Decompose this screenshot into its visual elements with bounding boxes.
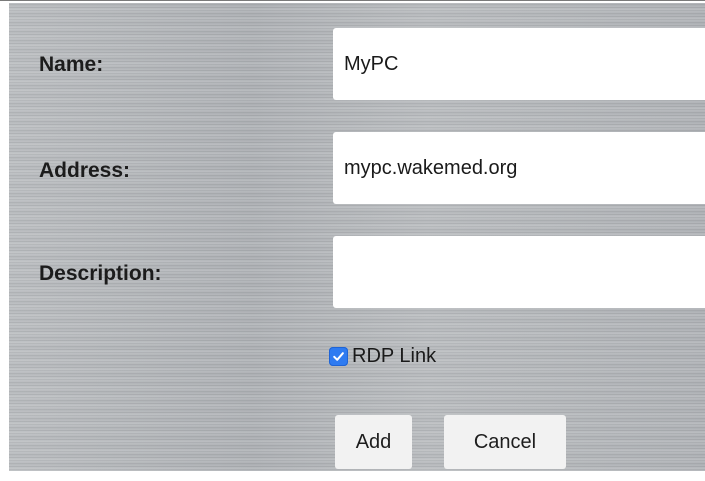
add-host-form: Name: Address: Description: RDP Link Add… — [9, 3, 705, 471]
dialog-frame: Name: Address: Description: RDP Link Add… — [0, 0, 705, 481]
description-field[interactable] — [333, 236, 705, 308]
rdp-link-checkbox[interactable] — [329, 346, 348, 366]
name-label: Name: — [39, 53, 104, 76]
address-label: Address: — [39, 159, 131, 182]
address-field[interactable] — [333, 132, 705, 204]
top-divider — [0, 0, 705, 1]
rdp-link-label: RDP Link — [352, 344, 437, 367]
description-label: Description: — [39, 262, 162, 285]
checkmark-icon — [333, 351, 344, 361]
add-button[interactable]: Add — [335, 415, 412, 469]
cancel-button[interactable]: Cancel — [444, 415, 566, 469]
rdp-link-option[interactable]: RDP Link — [329, 343, 436, 369]
name-field[interactable] — [333, 28, 705, 100]
